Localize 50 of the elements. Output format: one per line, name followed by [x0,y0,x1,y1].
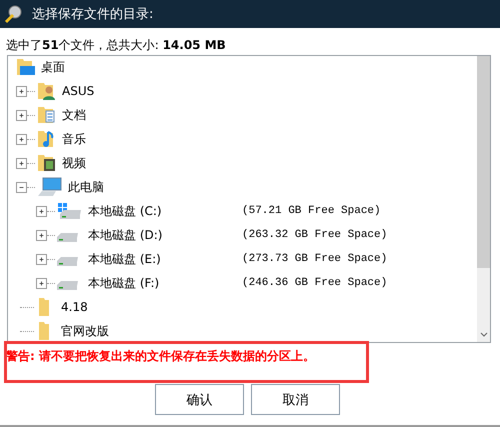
documents-folder-icon [37,105,57,125]
plus-icon [38,232,45,238]
user-folder-icon [37,81,57,101]
drive-icon [57,232,78,242]
system-drive-icon [57,201,83,221]
expand-toggle[interactable] [16,86,27,96]
expand-toggle[interactable] [16,158,27,168]
plus-icon [18,88,25,94]
free-space-text: (273.73 GB Free Space) [242,253,388,265]
tree-item-label[interactable]: 本地磁盘 (F:) [88,274,160,292]
plus-icon [18,112,25,118]
desktop-icon [16,57,36,77]
computer-icon [37,177,63,197]
collapse-toggle[interactable] [16,182,27,192]
free-space-text: (263.32 GB Free Space) [242,229,388,241]
tree-item-label[interactable]: 桌面 [41,58,65,76]
expand-toggle[interactable] [16,110,27,120]
plus-icon [38,208,45,214]
tree-item-label[interactable]: 此电脑 [68,178,104,196]
window-title: 选择保存文件的目录: [32,6,154,23]
plus-icon [18,136,25,142]
tree-item-label[interactable]: 本地磁盘 (E:) [88,250,161,268]
plus-icon [38,280,45,286]
tree-item-label[interactable]: 4.18 [61,300,88,314]
tree-item-label[interactable]: 本地磁盘 (D:) [88,226,162,244]
tree-item-label[interactable]: 本地磁盘 (C:) [88,202,162,220]
warning-text: 警告: 请不要把恢复出来的文件保存在丢失数据的分区上。 [6,348,315,365]
tree-item-label[interactable]: 官网改版 [61,322,109,340]
drive-icon [57,256,78,266]
drive-icon [57,280,78,290]
expand-toggle[interactable] [36,206,47,216]
expand-toggle[interactable] [36,230,47,240]
cancel-button[interactable]: 取消 [251,384,340,415]
tree-item-label[interactable]: 视频 [62,154,86,172]
scroll-down-icon[interactable] [480,332,488,337]
expand-toggle[interactable] [36,254,47,264]
free-space-text: (246.36 GB Free Space) [242,277,388,289]
free-space-text: (57.21 GB Free Space) [242,205,381,217]
tree-item-label[interactable]: 文档 [62,106,86,124]
expand-toggle[interactable] [16,134,27,144]
plus-icon [38,256,45,262]
selection-summary: 选中了51个文件，总共大小: 14.05 MB [5,37,227,54]
tool-icon [4,4,24,24]
confirm-button[interactable]: 确认 [155,384,244,415]
scrollbar[interactable] [477,56,490,342]
tree-item-label[interactable]: 音乐 [62,130,86,148]
expand-toggle[interactable] [36,278,47,288]
tree-item-label[interactable]: ASUS [62,84,94,98]
video-folder-icon [37,153,57,173]
plus-icon [18,160,25,166]
